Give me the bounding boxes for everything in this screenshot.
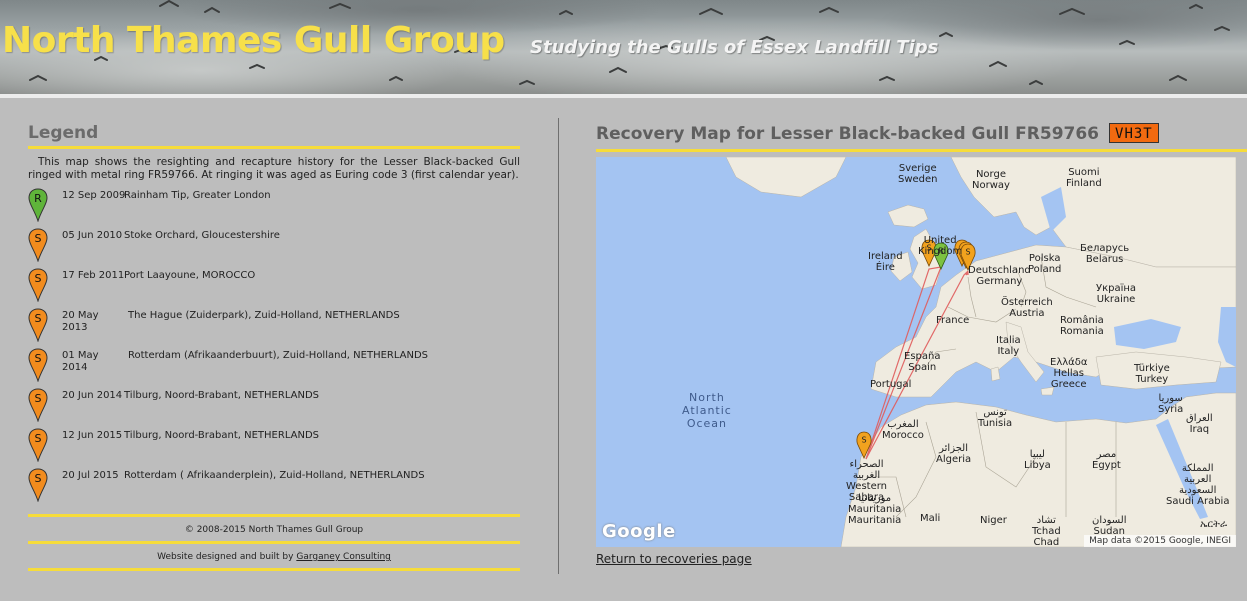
label-belarus: Беларусь Belarus xyxy=(1080,243,1130,265)
recovery-panel: Recovery Map for Lesser Black-backed Gul… xyxy=(596,122,1247,566)
sighting-marker-icon: S xyxy=(28,428,48,462)
column-divider xyxy=(558,118,559,574)
site-subtitle: Studying the Gulls of Essex Landfill Tip… xyxy=(530,37,939,58)
svg-text:S: S xyxy=(35,352,42,365)
recovery-rule xyxy=(596,149,1247,152)
recovery-map[interactable]: S R S S Sverige Sweden Suomi Finland Nor… xyxy=(596,157,1236,547)
label-romania: România Romania xyxy=(1060,315,1104,337)
legend-panel: Legend This map shows the resighting and… xyxy=(28,120,520,506)
svg-text:S: S xyxy=(35,432,42,445)
legend-event: S 12 Jun 2015 Tilburg, Noord-Brabant, NETH… xyxy=(28,426,520,466)
legend-intro: This map shows the resighting and recapt… xyxy=(28,156,520,181)
label-sudan: السودان Sudan xyxy=(1092,515,1127,537)
label-syria: سوريا Syria xyxy=(1158,393,1184,415)
google-logo[interactable]: Google xyxy=(602,521,676,542)
label-chad: تشاد Tchad Chad xyxy=(1032,515,1061,547)
sighting-marker-icon: S xyxy=(28,268,48,302)
recovery-title: Recovery Map for Lesser Black-backed Gul… xyxy=(596,124,1100,144)
colour-ring-badge: VH3T xyxy=(1109,123,1159,143)
legend-event: S 20 Jul 2015 Rotterdam ( Afrikaanderplein… xyxy=(28,466,520,506)
event-place: Rotterdam ( Afrikaanderplein), Zuid-Holl… xyxy=(124,470,425,481)
svg-text:S: S xyxy=(35,312,42,325)
event-place: Rotterdam (Afrikaanderbuurt), Zuid-Holla… xyxy=(128,350,429,361)
label-tunisia: تونس Tunisia xyxy=(978,407,1013,429)
svg-text:R: R xyxy=(34,192,42,205)
footer-rule-bottom xyxy=(28,568,520,571)
event-place: Rainham Tip, Greater London xyxy=(124,190,271,201)
return-to-recoveries-link[interactable]: Return to recoveries page xyxy=(596,552,1247,566)
garganey-consulting-link[interactable]: Garganey Consulting xyxy=(296,552,391,562)
label-ireland: Ireland Éire xyxy=(868,251,903,273)
label-libya: ليبيا Libya xyxy=(1024,449,1051,471)
credit-prefix: Website designed and built by xyxy=(157,552,297,562)
label-polska: Polska Poland xyxy=(1028,253,1062,275)
sighting-marker-icon: S xyxy=(28,228,48,262)
map-attribution[interactable]: Map data ©2015 Google, INEGI xyxy=(1084,535,1236,547)
sighting-marker-icon: S xyxy=(28,388,48,422)
legend-event: S 17 Feb 2011 Port Laayoune, MOROCCO xyxy=(28,266,520,306)
label-mauritania: موريتانيا Mauritania Mauritania xyxy=(848,493,902,526)
sighting-marker-icon: S xyxy=(28,308,48,342)
label-suomi: Suomi Finland xyxy=(1066,167,1102,189)
svg-text:S: S xyxy=(35,232,42,245)
sighting-marker-icon: S xyxy=(28,468,48,502)
label-algeria: الجزائر Algeria xyxy=(936,443,972,465)
label-uk: United Kingdom xyxy=(918,235,963,257)
event-place: Tilburg, Noord-Brabant, NETHERLANDS xyxy=(124,390,319,401)
legend-event: S 05 Jun 2010 Stoke Orchard, Gloucestershi… xyxy=(28,226,520,266)
footer: © 2008-2015 North Thames Gull Group Webs… xyxy=(28,514,520,571)
label-turkiye: Türkiye Turkey xyxy=(1134,363,1170,385)
legend-rule xyxy=(28,146,520,149)
event-list: R 12 Sep 2009 Rainham Tip, Greater London S… xyxy=(28,186,520,506)
legend-event: S 20 May 2013 The Hague (Zuiderpark), Zuid… xyxy=(28,306,520,346)
site-title: North Thames Gull Group xyxy=(2,20,505,61)
label-niger: Niger xyxy=(980,515,1007,526)
label-hellas: Ελλάδα Hellas Greece xyxy=(1050,357,1088,390)
recovery-heading: Recovery Map for Lesser Black-backed Gul… xyxy=(596,122,1247,146)
label-iraq: العراق Iraq xyxy=(1186,413,1213,435)
copyright-text: © 2008-2015 North Thames Gull Group xyxy=(184,525,364,535)
event-place: Port Laayoune, MOROCCO xyxy=(124,270,256,281)
svg-text:S: S xyxy=(35,272,42,285)
svg-text:S: S xyxy=(35,392,42,405)
event-date: 01 May 2014 xyxy=(62,350,99,373)
label-atlantic-ocean: North Atlantic Ocean xyxy=(682,391,732,430)
label-eritrea: ኤርትራ xyxy=(1200,519,1228,530)
label-espana: España Spain xyxy=(904,351,941,373)
event-place: Stoke Orchard, Gloucestershire xyxy=(124,230,280,241)
label-morocco: المغرب Morocco xyxy=(882,419,924,441)
legend-event: S 20 Jun 2014 Tilburg, Noord-Brabant, NETH… xyxy=(28,386,520,426)
event-date: 20 May 2013 xyxy=(62,310,99,333)
header-banner: North Thames Gull Group Studying the Gul… xyxy=(0,0,1247,94)
label-france: France xyxy=(936,315,970,326)
label-egypt: مصر Egypt xyxy=(1092,449,1121,471)
legend-heading: Legend xyxy=(28,123,99,143)
event-place: The Hague (Zuiderpark), Zuid-Holland, NE… xyxy=(128,310,400,321)
label-osterreich: Österreich Austria xyxy=(1001,297,1053,319)
credit-line: Website designed and built by Garganey C… xyxy=(28,544,520,568)
svg-text:S: S xyxy=(35,472,42,485)
label-mali: Mali xyxy=(920,513,941,524)
legend-event: S 01 May 2014 Rotterdam (Afrikaanderbuurt)… xyxy=(28,346,520,386)
svg-text:S: S xyxy=(861,436,866,445)
label-sverige: Sverige Sweden xyxy=(898,163,938,185)
label-deutschland: Deutschland Germany xyxy=(968,265,1031,287)
label-portugal: Portugal xyxy=(870,379,912,390)
svg-text:S: S xyxy=(965,248,970,257)
legend-event: R 12 Sep 2009 Rainham Tip, Greater London xyxy=(28,186,520,226)
header-divider xyxy=(0,94,1247,98)
label-ukraine: Україна Ukraine xyxy=(1096,283,1137,305)
label-italia: Italia Italy xyxy=(996,335,1021,357)
label-norge: Norge Norway xyxy=(972,169,1010,191)
event-place: Tilburg, Noord-Brabant, NETHERLANDS xyxy=(124,430,319,441)
sighting-marker-icon: S xyxy=(28,348,48,382)
ringing-marker-icon: R xyxy=(28,188,48,222)
label-saudi-arabia: المملكة العربية السعودية Saudi Arabia xyxy=(1166,463,1230,507)
